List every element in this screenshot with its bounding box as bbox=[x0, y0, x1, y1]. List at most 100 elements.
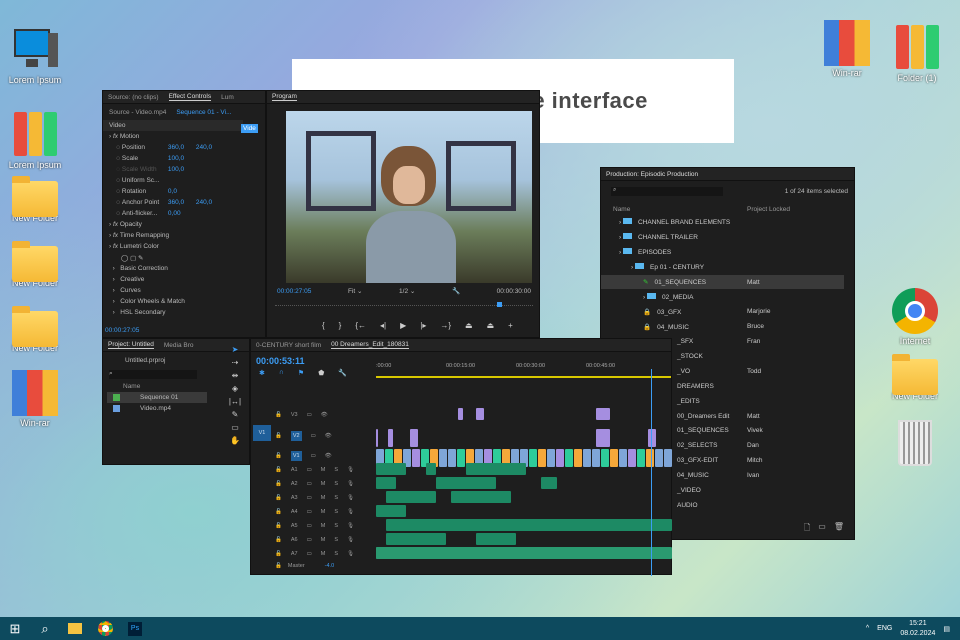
desktop-icon[interactable]: New Folder bbox=[880, 353, 950, 401]
clock[interactable]: 15:21 08.02.2024 bbox=[900, 619, 935, 639]
audio-track-header[interactable]: 🔓 A2 ▭ M S 🎙 bbox=[251, 477, 376, 491]
timeline-clip[interactable] bbox=[655, 449, 663, 467]
source-select[interactable]: Source - Video.mp4 bbox=[109, 109, 166, 116]
timeline-clip[interactable] bbox=[601, 449, 609, 467]
project-search[interactable]: ⌕ bbox=[109, 370, 197, 379]
timeline-clip[interactable] bbox=[648, 429, 656, 447]
extract-icon[interactable]: ⏏ bbox=[487, 321, 495, 330]
timeline-clip[interactable] bbox=[574, 449, 582, 467]
timeline-clip[interactable] bbox=[529, 449, 537, 467]
mark-out-icon[interactable]: } bbox=[339, 321, 342, 330]
ec-tab[interactable]: Lum bbox=[221, 94, 234, 101]
timeline-clip[interactable] bbox=[458, 408, 463, 420]
step-back-icon[interactable]: ◂| bbox=[380, 321, 386, 330]
timeline-tab[interactable]: 0-CENTURY short film bbox=[256, 342, 321, 349]
timeline-clip[interactable] bbox=[664, 449, 672, 467]
timeline-clip[interactable] bbox=[628, 449, 636, 467]
delete-icon[interactable]: 🗑 bbox=[834, 522, 844, 536]
col-locked[interactable]: Project Locked bbox=[747, 206, 790, 213]
effect-row[interactable]: › Creative bbox=[103, 274, 238, 285]
col-name[interactable]: Name bbox=[607, 206, 747, 213]
desktop-icon[interactable] bbox=[880, 420, 950, 468]
source-patch[interactable]: V1 bbox=[253, 425, 271, 441]
pen-icon[interactable]: ✎ bbox=[232, 410, 239, 419]
desktop-icon[interactable]: New Folder bbox=[0, 240, 70, 288]
scrubber[interactable] bbox=[275, 302, 533, 311]
desktop-icon[interactable]: Win-rar bbox=[812, 20, 882, 78]
mark-in-icon[interactable]: { bbox=[322, 321, 325, 330]
timeline-clip[interactable] bbox=[388, 429, 393, 447]
start-icon[interactable]: ⊞ bbox=[0, 617, 30, 640]
desktop-icon[interactable]: Folder (1) bbox=[882, 25, 952, 83]
production-item[interactable]: › 02_MEDIA bbox=[601, 289, 844, 304]
timeline-clip[interactable] bbox=[583, 449, 591, 467]
photoshop-icon[interactable]: Ps bbox=[120, 617, 150, 640]
effect-row[interactable]: ◌ Uniform Sc... bbox=[103, 175, 238, 186]
video-track-header[interactable]: 🔓 V3 ▭ 👁 bbox=[251, 408, 376, 422]
effect-row[interactable]: ◌ Scale 100,0 bbox=[103, 153, 238, 164]
timeline-clip[interactable] bbox=[556, 449, 564, 467]
project-item[interactable]: Video.mp4 bbox=[107, 403, 207, 414]
resolution-select[interactable]: 1/2 ⌄ bbox=[399, 287, 415, 295]
timeline-clip[interactable] bbox=[592, 449, 600, 467]
timeline-clip[interactable] bbox=[439, 449, 447, 467]
add-icon[interactable]: + bbox=[508, 321, 513, 330]
timeline-clip[interactable] bbox=[646, 449, 654, 467]
audio-track-header[interactable]: 🔓 A6 ▭ M S 🎙 bbox=[251, 533, 376, 547]
timeline-clip[interactable] bbox=[619, 449, 627, 467]
timeline-clip[interactable] bbox=[410, 429, 418, 447]
notifications-icon[interactable]: ▤ bbox=[943, 625, 950, 633]
desktop-icon[interactable]: New Folder bbox=[0, 305, 70, 353]
effect-row[interactable]: ◌ Position 360,0 240,0 bbox=[103, 142, 238, 153]
effect-row[interactable]: ◌ Rotation 0,0 bbox=[103, 186, 238, 197]
lift-icon[interactable]: ⏏ bbox=[465, 321, 473, 330]
desktop-icon[interactable]: Lorem Ipsum bbox=[0, 27, 70, 85]
timeline-clip[interactable] bbox=[448, 449, 456, 467]
project-tab[interactable]: Project: Untitled bbox=[108, 341, 154, 349]
desktop-icon[interactable]: Win-rar bbox=[0, 370, 70, 428]
razor-icon[interactable]: ◈ bbox=[232, 384, 238, 393]
rectangle-icon[interactable]: ▭ bbox=[231, 423, 239, 432]
timeline-tab[interactable]: 00 Dreamers_Edit_180831 bbox=[331, 341, 409, 349]
hand-icon[interactable]: ✋ bbox=[230, 436, 240, 445]
production-item[interactable]: › Ep 01 - CENTURY bbox=[601, 260, 844, 275]
production-item[interactable]: › EPISODES bbox=[601, 245, 844, 260]
desktop-icon[interactable]: Lorem Ipsum bbox=[0, 112, 70, 170]
timeline-clip[interactable] bbox=[610, 449, 618, 467]
program-tab[interactable]: Program bbox=[272, 93, 297, 101]
effect-row[interactable]: › Color Wheels & Match bbox=[103, 296, 238, 307]
magnet-icon[interactable]: ∩ bbox=[279, 369, 284, 377]
audio-track-header[interactable]: 🔓 A5 ▭ M S 🎙 bbox=[251, 519, 376, 533]
effect-row[interactable]: › fx Lumetri Color bbox=[103, 241, 238, 252]
effect-row[interactable]: › HSL Secondary bbox=[103, 307, 238, 318]
timeline-clip[interactable] bbox=[637, 449, 645, 467]
effect-row[interactable]: ◌ Scale Width 100,0 bbox=[103, 164, 238, 175]
audio-track-header[interactable]: 🔓 A1 ▭ M S 🎙 bbox=[251, 463, 376, 477]
timeline-clip[interactable] bbox=[376, 429, 378, 447]
effect-row[interactable]: › fx Opacity bbox=[103, 219, 238, 230]
linked-icon[interactable]: ⚑ bbox=[298, 369, 304, 377]
timeline-clip[interactable] bbox=[386, 519, 672, 531]
effect-row[interactable]: › fx Motion bbox=[103, 131, 238, 142]
effect-row[interactable]: › fx Time Remapping bbox=[103, 230, 238, 241]
step-forward-icon[interactable]: |▸ bbox=[420, 321, 426, 330]
timeline-clip[interactable] bbox=[396, 533, 446, 545]
production-item[interactable]: 🔒 04_MUSIC Bruce bbox=[601, 319, 844, 334]
ripple-edit-icon[interactable]: ⇹ bbox=[232, 371, 239, 380]
timeline-clip[interactable] bbox=[541, 477, 557, 489]
timeline-clip[interactable] bbox=[426, 463, 436, 475]
timeline-clip[interactable] bbox=[412, 449, 420, 467]
timeline-clip[interactable] bbox=[476, 533, 516, 545]
marker-icon[interactable]: ⬟ bbox=[318, 369, 324, 377]
go-to-in-icon[interactable]: {← bbox=[355, 321, 366, 330]
selection-tool-icon[interactable]: ➤ bbox=[232, 345, 239, 354]
effect-row[interactable]: › Curves bbox=[103, 285, 238, 296]
snap-icon[interactable]: ✱ bbox=[259, 369, 265, 377]
go-to-out-icon[interactable]: →} bbox=[440, 321, 451, 330]
timeline-clip[interactable] bbox=[376, 477, 396, 489]
timeline-clip[interactable] bbox=[538, 449, 546, 467]
effect-row[interactable]: ◌ Anchor Point 360,0 240,0 bbox=[103, 197, 238, 208]
new-folder-icon[interactable]: ▭ bbox=[818, 522, 826, 536]
production-item[interactable]: › CHANNEL TRAILER bbox=[601, 230, 844, 245]
chrome-icon[interactable] bbox=[90, 617, 120, 640]
